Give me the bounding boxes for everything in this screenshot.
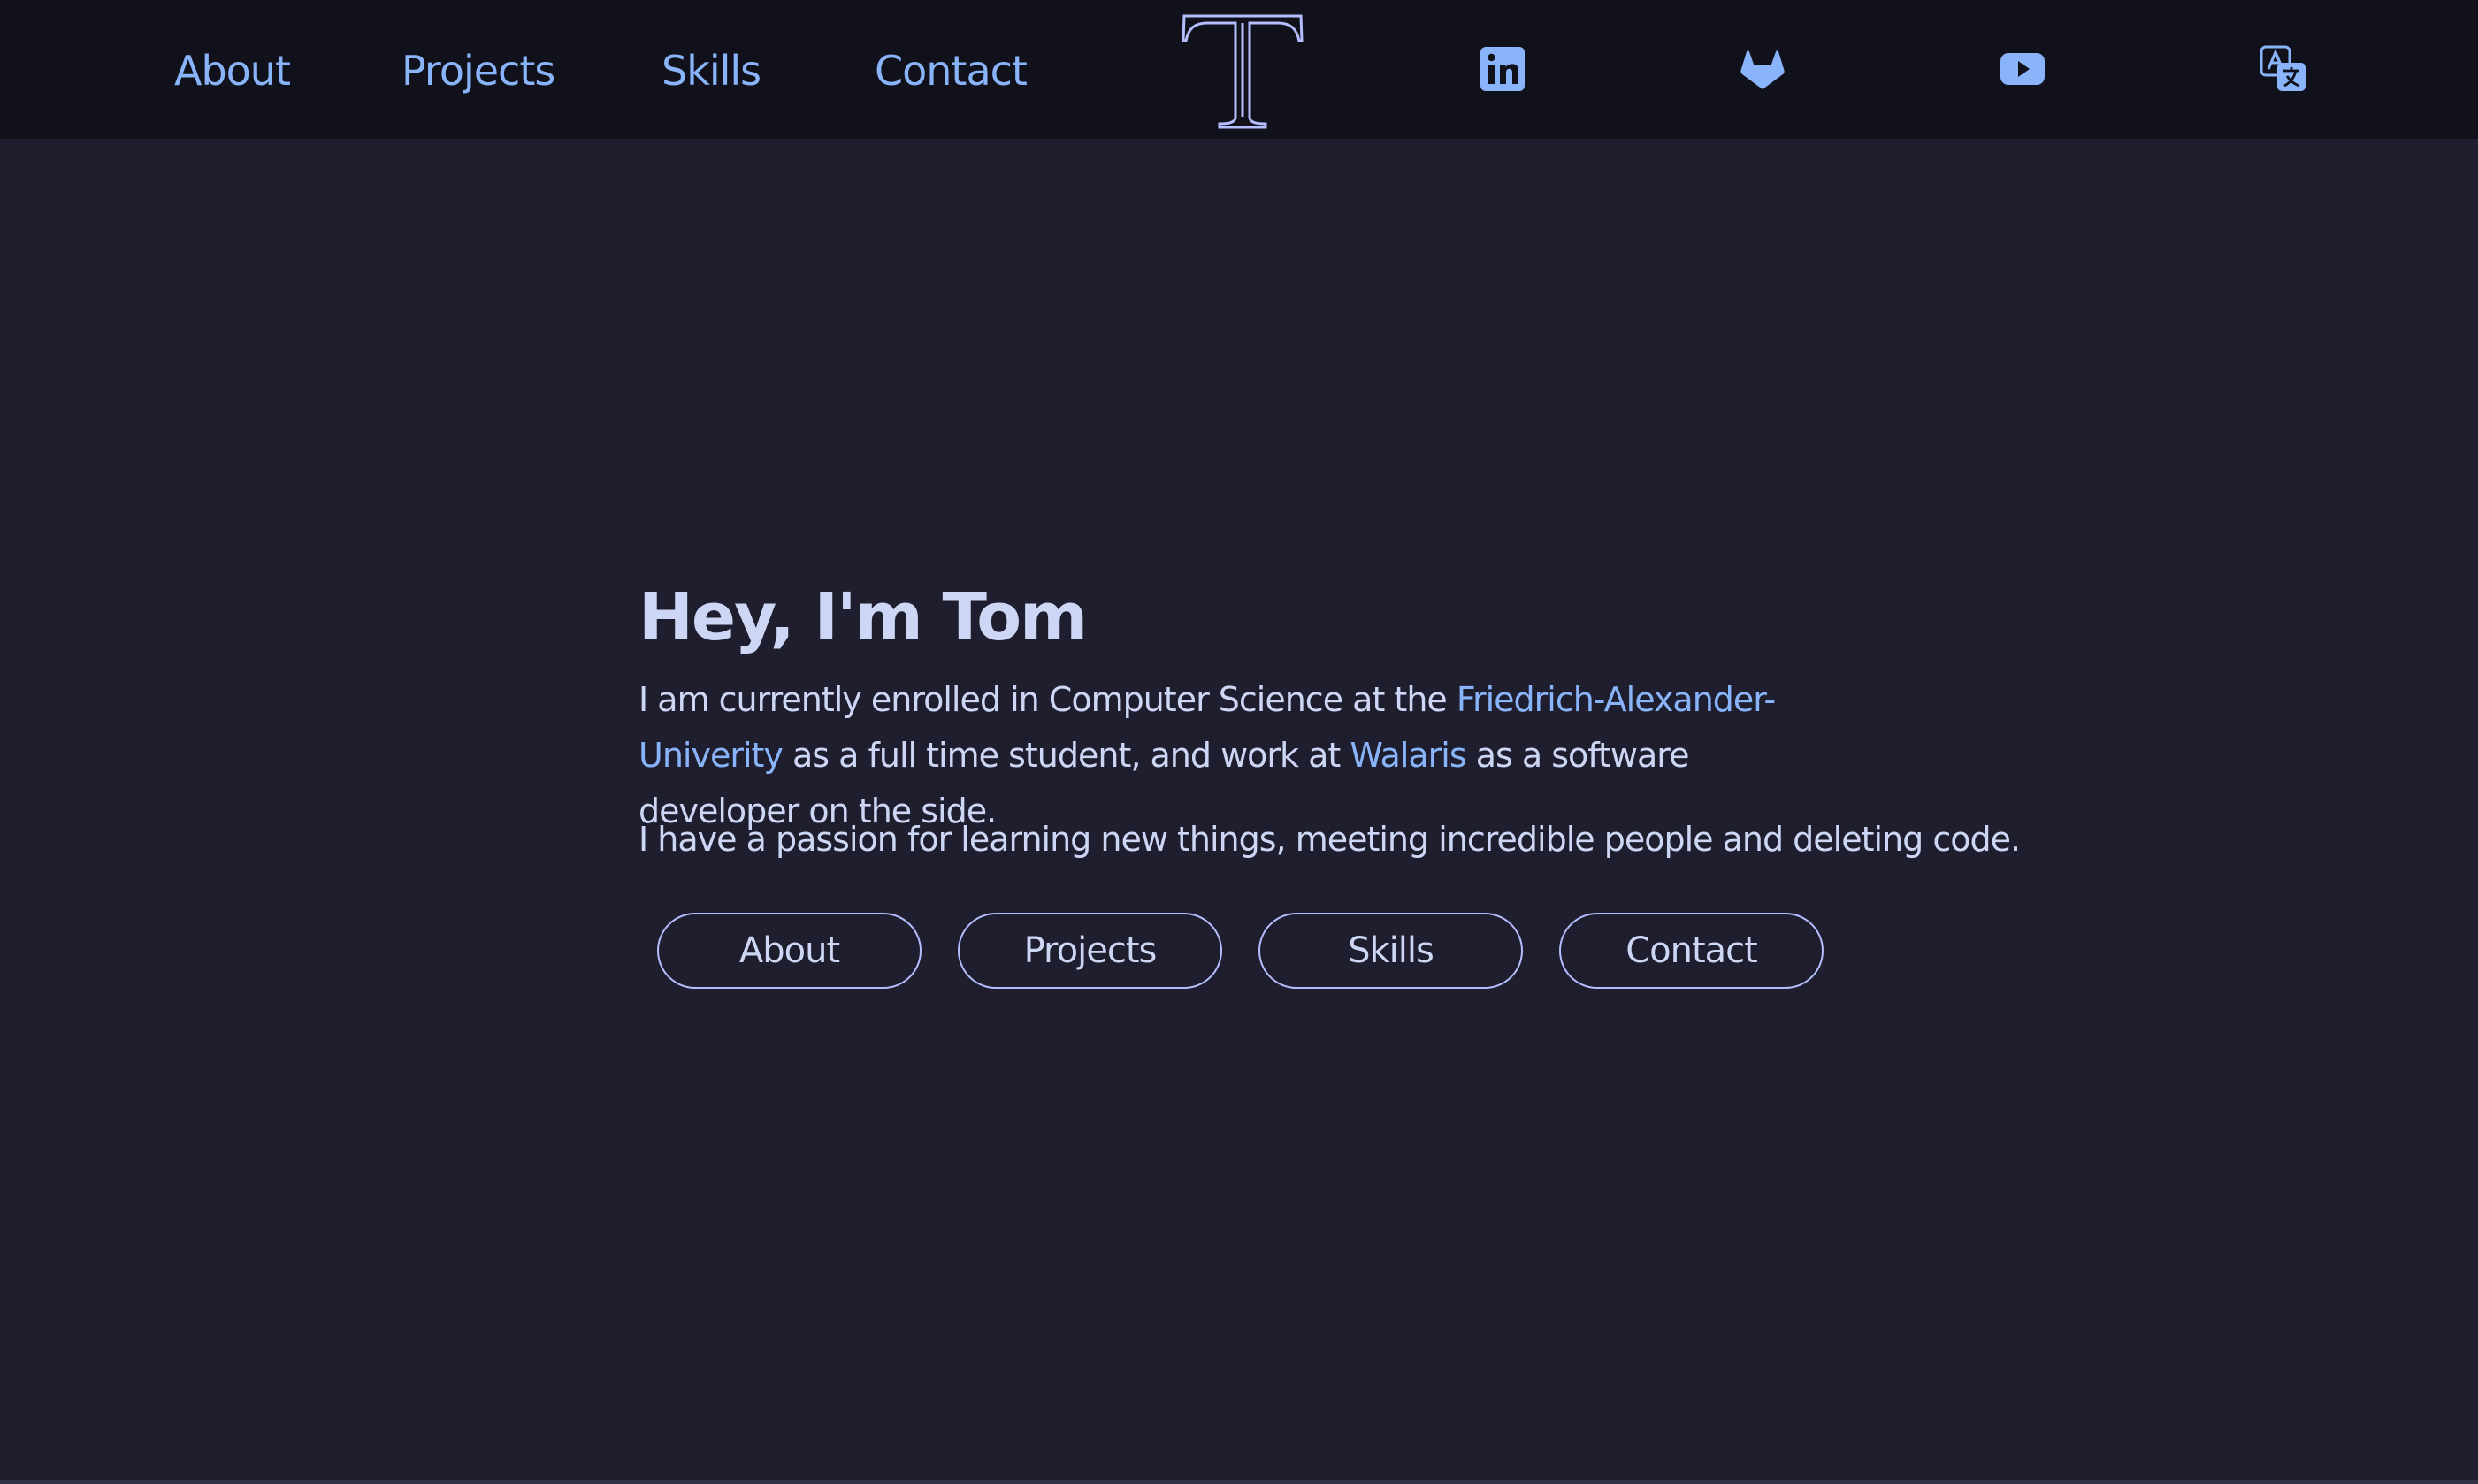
nav-link-about[interactable]: About — [174, 44, 291, 97]
gitlab-icon — [1740, 50, 1785, 89]
projects-button[interactable]: Projects — [958, 913, 1222, 989]
skills-button[interactable]: Skills — [1258, 913, 1523, 989]
site-logo[interactable] — [1181, 5, 1304, 131]
youtube-icon — [2000, 53, 2045, 85]
intro-text-2: as a full time student, and work at — [782, 736, 1350, 775]
passion-paragraph: I have a passion for learning new things… — [639, 820, 2021, 859]
bottom-divider — [0, 1480, 2478, 1484]
nav-link-skills[interactable]: Skills — [662, 44, 761, 97]
language-link[interactable] — [2259, 44, 2308, 94]
nav-link-contact[interactable]: Contact — [875, 44, 1028, 97]
hero-heading: Hey, I'm Tom — [639, 579, 1088, 655]
linkedin-icon — [1480, 47, 1525, 91]
about-button[interactable]: About — [657, 913, 922, 989]
translate-icon — [2260, 45, 2306, 91]
youtube-link[interactable] — [1998, 44, 2047, 94]
gitlab-link[interactable] — [1738, 44, 1787, 94]
company-link[interactable]: Walaris — [1350, 736, 1466, 775]
contact-button[interactable]: Contact — [1559, 913, 1824, 989]
top-navbar: About Projects Skills Contact — [0, 0, 2478, 139]
linkedin-link[interactable] — [1478, 44, 1527, 94]
logo-letter-t — [1182, 14, 1304, 129]
nav-link-projects[interactable]: Projects — [402, 44, 555, 97]
intro-text-1: I am currently enrolled in Computer Scie… — [639, 680, 1457, 719]
